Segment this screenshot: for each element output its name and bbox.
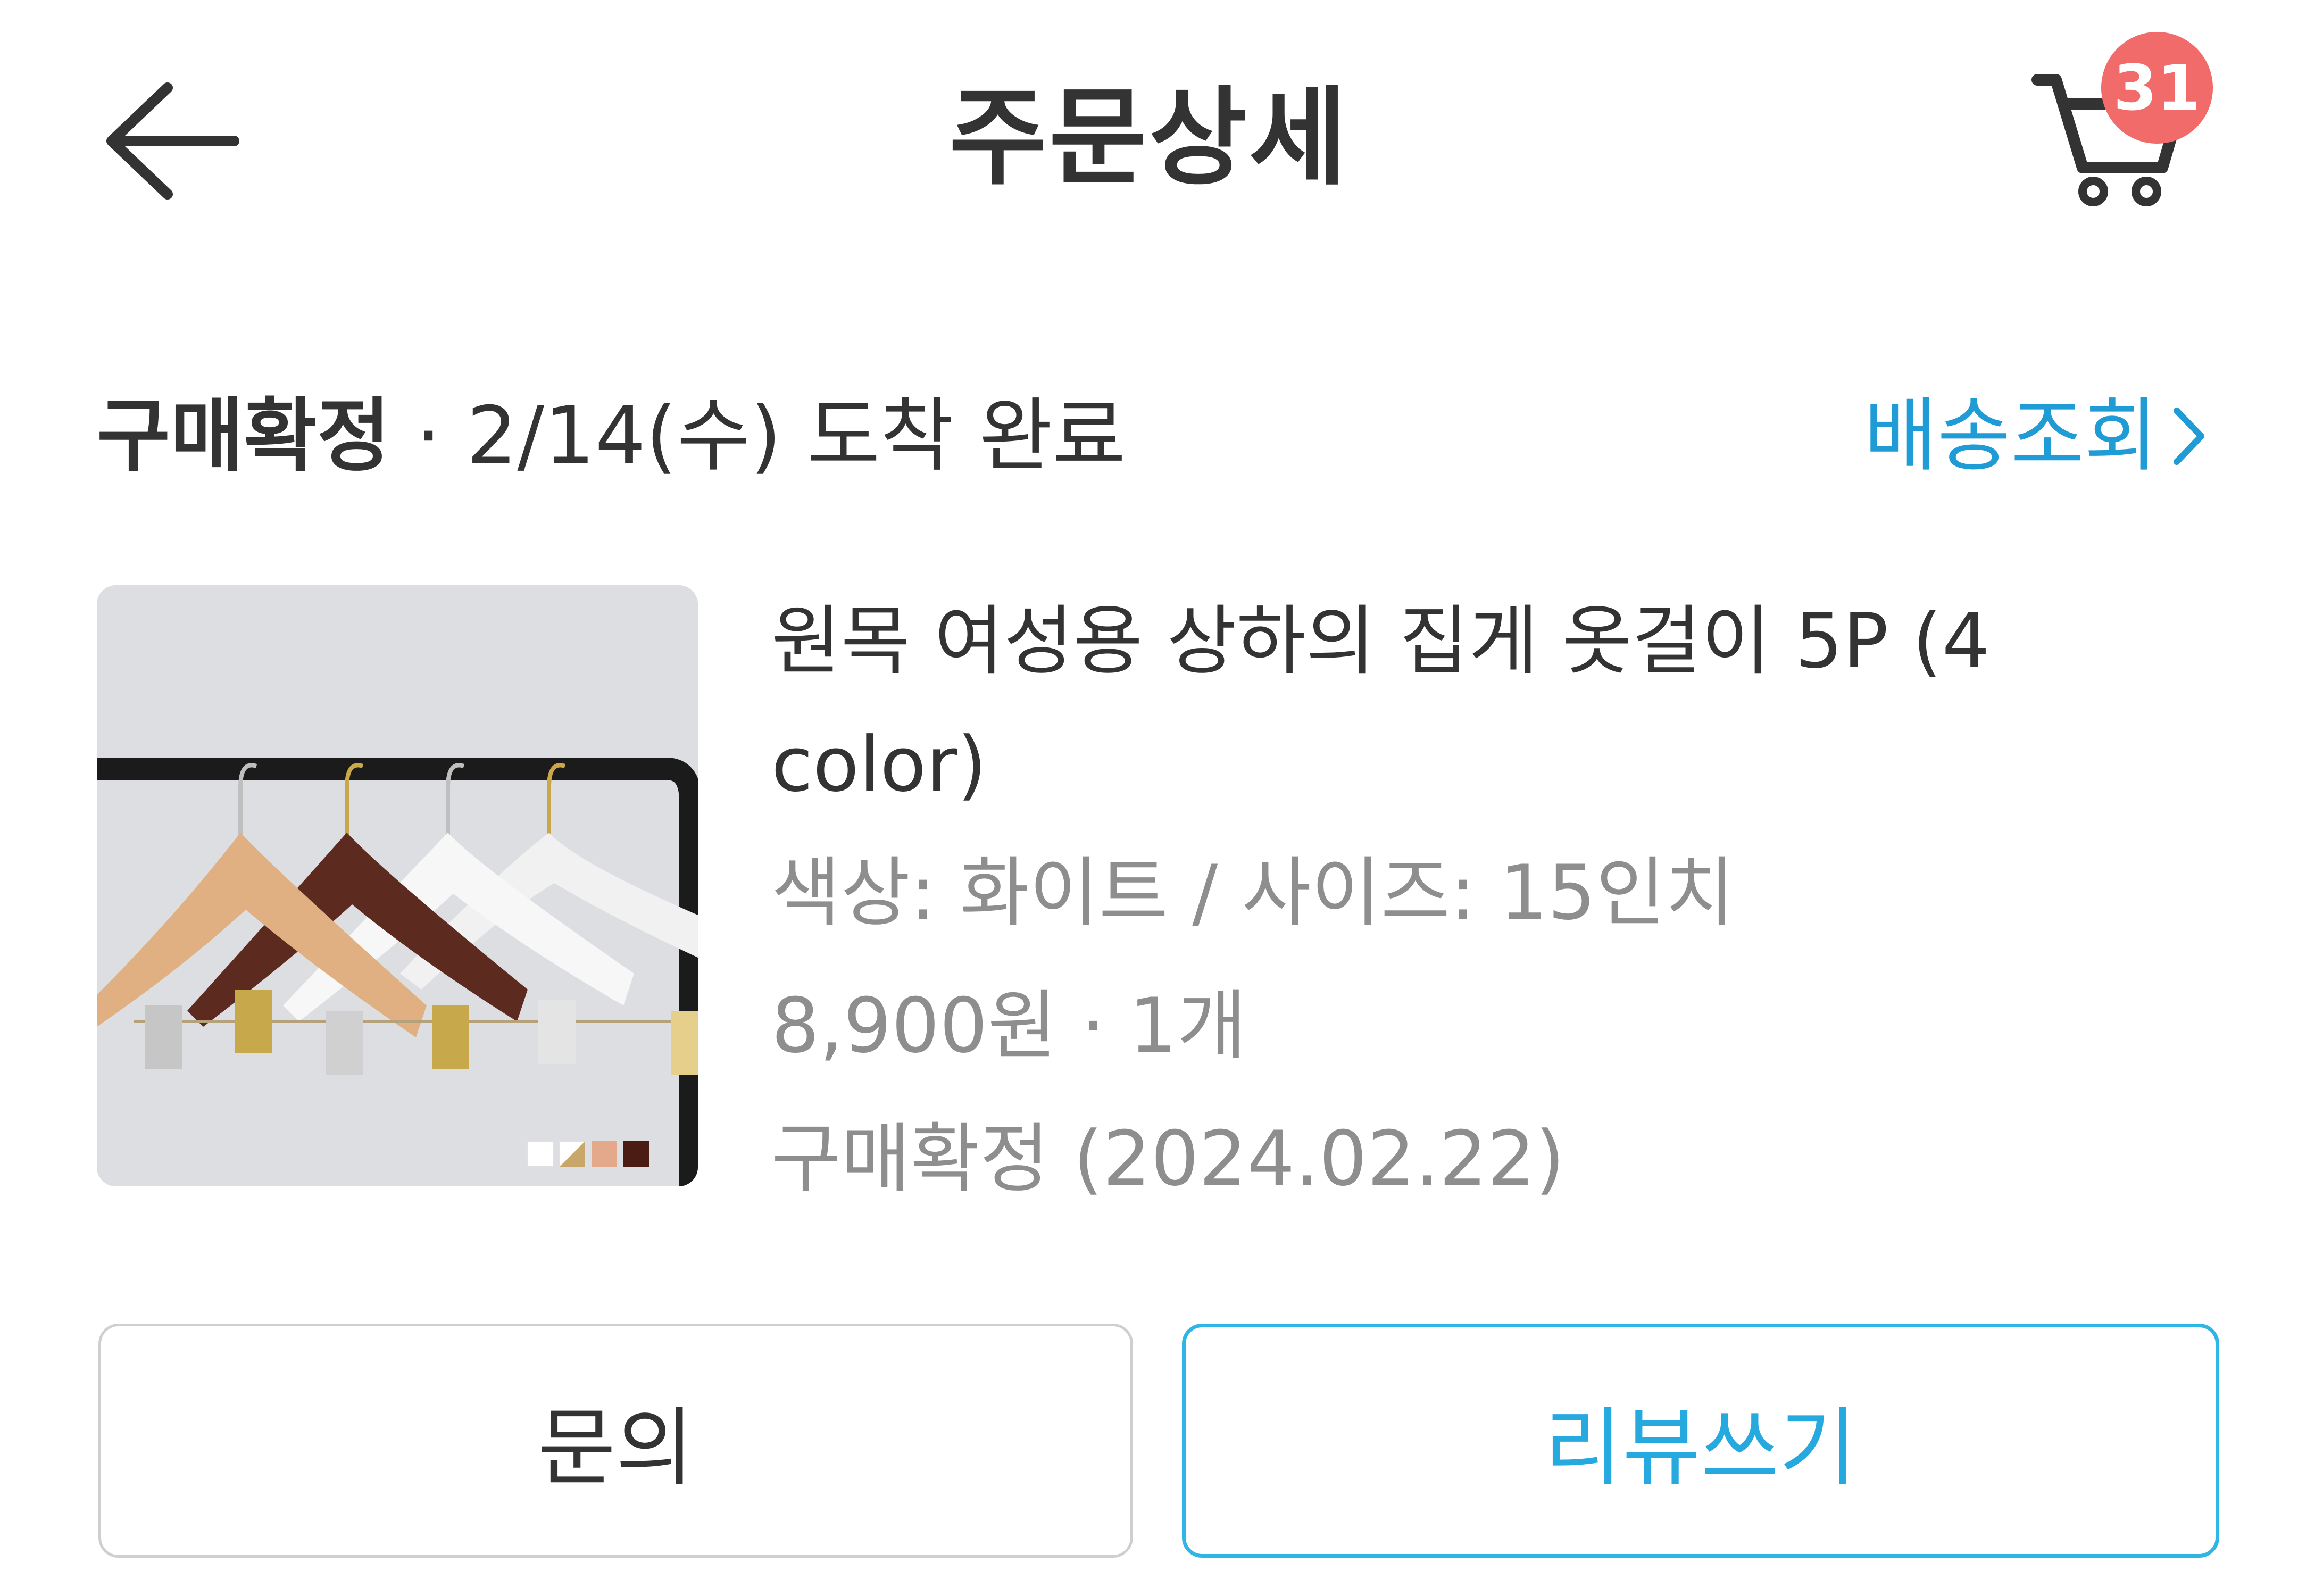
cart-count-badge: 31 bbox=[2101, 32, 2213, 144]
product-image[interactable] bbox=[97, 585, 698, 1186]
product-name[interactable]: 원목 여성용 상하의 집게 옷걸이 5P (4 color) bbox=[771, 580, 2208, 827]
status-separator: · bbox=[390, 390, 467, 483]
arrival-text: 2/14(수) 도착 완료 bbox=[467, 390, 1126, 483]
hanger-illustration bbox=[97, 585, 698, 1186]
order-status: 구매확정 bbox=[97, 390, 391, 483]
product-info: 원목 여성용 상하의 집게 옷걸이 5P (4 color) 색상: 화이트 /… bbox=[771, 585, 2208, 1226]
page-title: 주문상세 bbox=[948, 76, 1349, 200]
order-detail-page: 주문상세 31 구매확정 · 2/14(수) 도착 완료 배송조회 원목 여성용… bbox=[0, 0, 2298, 1596]
product-price-quantity: 8,900원 · 1개 bbox=[771, 982, 1247, 1070]
inquiry-button[interactable]: 문의 bbox=[98, 1324, 1133, 1558]
write-review-button[interactable]: 리뷰쓰기 bbox=[1182, 1324, 2219, 1558]
tracking-link-label: 배송조회 bbox=[1863, 390, 2158, 483]
write-review-button-label: 리뷰쓰기 bbox=[1544, 1398, 1858, 1498]
product-option: 색상: 화이트 / 사이즈: 15인치 bbox=[771, 849, 1735, 937]
order-status-line: 구매확정 · 2/14(수) 도착 완료 bbox=[97, 383, 1126, 489]
tracking-link[interactable]: 배송조회 bbox=[1864, 383, 2208, 489]
chevron-right-icon bbox=[2174, 408, 2204, 465]
purchase-confirmed-date: 구매확정 (2024.02.22) bbox=[771, 1115, 1565, 1203]
inquiry-button-label: 문의 bbox=[537, 1398, 694, 1498]
